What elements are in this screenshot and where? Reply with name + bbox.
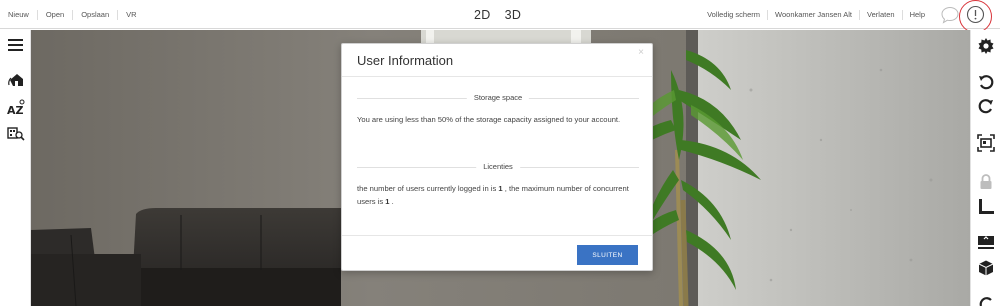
storage-heading-label: Storage space [466,93,530,103]
licenses-heading-label: Licenties [476,162,520,172]
house-rotate-icon[interactable] [8,71,24,87]
file-menu: Nieuw Open Opslaan VR [0,0,145,29]
hamburger-menu-icon[interactable] [8,38,24,52]
licenses-text-start: the number of users currently logged in … [357,184,499,193]
header-right-menu: Volledig scherm Woonkamer Jansen Alt Ver… [700,0,932,29]
view-2d-button[interactable]: 2D [474,8,491,22]
view-mode-switch: 2D 3D [474,0,521,29]
ruler-icon[interactable] [978,199,994,215]
licenses-section-heading: Licenties [357,162,639,172]
open-button[interactable]: Open [36,9,72,20]
svg-text:AZ: AZ [7,104,24,117]
floor-level-icon[interactable] [977,234,995,250]
highlight-ring [959,0,992,33]
leave-button[interactable]: Verlaten [859,9,902,20]
vr-button[interactable]: VR [117,9,144,20]
footer-divider [342,235,652,236]
view-3d-button[interactable]: 3D [505,8,522,22]
dialog-title: User Information [357,53,454,68]
navigate-icon[interactable] [979,296,993,306]
help-button[interactable]: Help [901,9,932,20]
chat-icon[interactable] [940,6,960,24]
user-information-dialog: User Information × Storage space You are… [341,43,653,271]
storage-section-heading: Storage space [357,93,639,103]
fullscreen-button[interactable]: Volledig scherm [700,10,767,20]
lock-icon[interactable] [979,174,993,190]
close-icon[interactable]: × [638,48,644,58]
project-name[interactable]: Woonkamer Jansen Alt [767,9,859,20]
new-button[interactable]: Nieuw [0,10,37,20]
save-button[interactable]: Opslaan [72,9,117,20]
close-button[interactable]: SLUITEN [577,245,638,265]
right-sidebar [970,30,1000,306]
settings-icon[interactable] [978,38,994,54]
licenses-text-end: . [389,196,394,206]
redo-icon[interactable] [978,98,994,114]
header-divider [342,76,652,77]
screen-capture-icon[interactable] [977,134,995,152]
undo-icon[interactable] [978,74,994,90]
storage-text: You are using less than 50% of the stora… [357,115,621,124]
3d-box-icon[interactable] [978,260,994,276]
search-building-icon[interactable] [7,124,25,142]
licenses-text: the number of users currently logged in … [357,183,641,208]
left-sidebar: AZ [0,30,31,306]
top-toolbar: Nieuw Open Opslaan VR 2D 3D Volledig sch… [0,0,1000,33]
sort-az-icon[interactable]: AZ [7,99,25,117]
